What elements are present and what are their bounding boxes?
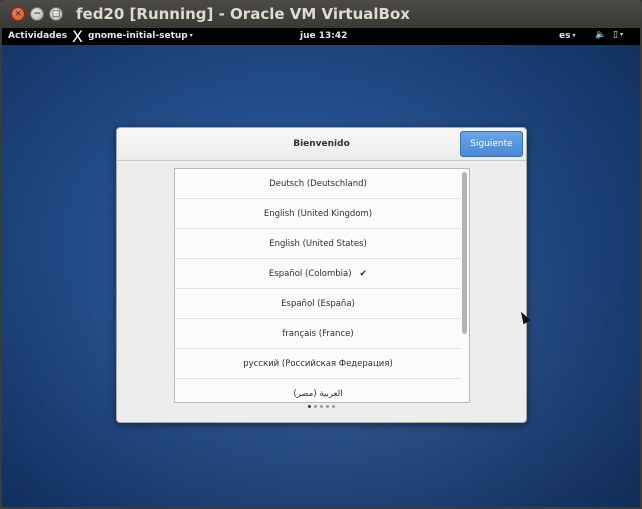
language-row[interactable]: Español (España) <box>175 289 461 319</box>
minimize-window-button[interactable]: − <box>30 7 44 21</box>
host-window-titlebar: × − □ fed20 [Running] - Oracle VM Virtua… <box>0 0 642 28</box>
app-menu-label: gnome-initial-setup <box>88 31 188 41</box>
language-row-label: Español (Colombia) <box>268 268 352 279</box>
power-menu[interactable]: ▯ ▾ <box>613 30 623 40</box>
language-row-label: العربية (مصر) <box>293 388 343 399</box>
dialog-header: Bienvenido Siguiente <box>117 128 526 161</box>
page-dot <box>332 405 335 408</box>
app-x-icon: X <box>72 28 83 46</box>
language-row[interactable]: English (United States) <box>175 229 461 259</box>
language-label: es <box>559 31 571 41</box>
initial-setup-dialog: Bienvenido Siguiente Deutsch (Deutschlan… <box>116 127 527 423</box>
battery-icon: ▯ <box>613 30 618 40</box>
language-row[interactable]: English (United Kingdom) <box>175 199 461 229</box>
clock[interactable]: jue 13:42 <box>300 31 347 41</box>
app-menu[interactable]: gnome-initial-setup ▾ <box>88 31 193 41</box>
next-button[interactable]: Siguiente <box>460 131 523 157</box>
maximize-window-button[interactable]: □ <box>49 7 63 21</box>
list-scrollbar[interactable] <box>462 172 467 334</box>
language-indicator[interactable]: es ▾ <box>559 31 575 41</box>
language-row-label: русский (Российская Федерация) <box>243 358 393 369</box>
language-row-label: Deutsch (Deutschland) <box>269 178 367 189</box>
page-indicator <box>117 405 526 408</box>
language-arrow-icon: ▾ <box>572 32 576 39</box>
page-dot-active <box>308 405 311 408</box>
power-arrow-icon: ▾ <box>619 31 623 38</box>
activities-button[interactable]: Actividades <box>8 31 67 41</box>
sound-icon[interactable]: 🔈 <box>595 30 606 40</box>
page-dot <box>314 405 317 408</box>
language-list[interactable]: Deutsch (Deutschland) English (United Ki… <box>174 168 470 403</box>
language-row[interactable]: français (France) <box>175 319 461 349</box>
language-row-label: English (United Kingdom) <box>263 208 373 219</box>
app-menu-arrow-icon: ▾ <box>189 32 193 39</box>
page-dot <box>326 405 329 408</box>
page-dot <box>320 405 323 408</box>
language-row-label: Español (España) <box>281 298 355 309</box>
host-window-title: fed20 [Running] - Oracle VM VirtualBox <box>76 5 410 23</box>
language-row-label: français (France) <box>282 328 354 339</box>
close-window-button[interactable]: × <box>11 7 25 21</box>
language-row[interactable]: العربية (مصر) <box>175 379 461 402</box>
language-row[interactable]: русский (Российская Федерация) <box>175 349 461 379</box>
language-row[interactable]: Deutsch (Deutschland) <box>175 169 461 199</box>
guest-screen: Actividades X gnome-initial-setup ▾ jue 1… <box>2 28 640 507</box>
gnome-top-bar: Actividades X gnome-initial-setup ▾ jue 1… <box>2 28 640 46</box>
checkmark-icon: ✔ <box>359 268 368 279</box>
language-row-label: English (United States) <box>269 238 367 249</box>
language-row-selected[interactable]: Español (Colombia) ✔ <box>175 259 461 289</box>
